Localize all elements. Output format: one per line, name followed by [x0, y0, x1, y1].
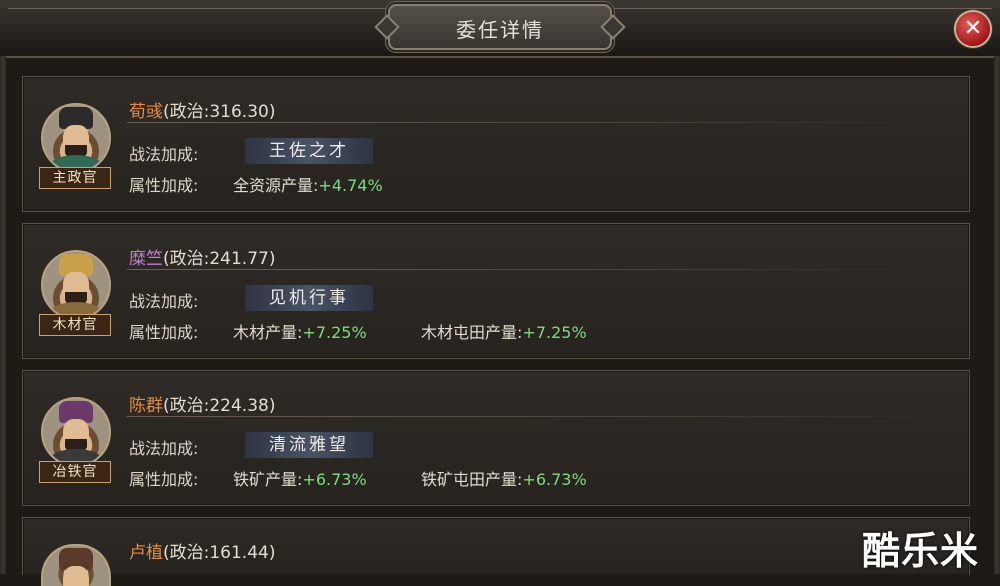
attr-value: +4.74%	[318, 176, 383, 195]
attr-value: +6.73%	[302, 470, 367, 489]
official-name-row: 荀彧(政治:316.30)	[129, 97, 275, 122]
attr-value: +7.25%	[302, 323, 367, 342]
official-name-row: 糜竺(政治:241.77)	[129, 244, 275, 269]
close-icon[interactable]: ✕	[956, 12, 990, 46]
role-badge: 木材官	[39, 314, 111, 336]
skill-label: 战法加成:	[129, 439, 199, 458]
skill-name[interactable]: 清流雅望	[245, 432, 373, 458]
attr-label: 属性加成:	[129, 470, 199, 489]
attr-name: 木材屯田产量:	[421, 323, 523, 342]
official-name: 陈群	[129, 396, 163, 416]
attr-name: 铁矿屯田产量:	[421, 470, 523, 489]
attr-bonus: 木材产量:+7.25%	[233, 319, 367, 343]
skill-label: 战法加成:	[129, 292, 199, 311]
official-name-row: 卢植(政治:161.44)	[129, 538, 275, 563]
role-badge: 冶铁官	[39, 461, 111, 483]
divider	[127, 122, 955, 123]
attr-bonus: 铁矿产量:+6.73%	[233, 466, 367, 490]
watermark-text: 酷乐米	[862, 529, 980, 573]
official-name: 荀彧	[129, 102, 163, 122]
skill-label: 战法加成:	[129, 145, 199, 164]
attr-name: 木材产量:	[233, 323, 303, 342]
official-card[interactable]: 木材官 糜竺(政治:241.77) 战法加成: 见机行事 属性加成: 木材产量:…	[22, 223, 970, 359]
official-card[interactable]: 冶铁官 陈群(政治:224.38) 战法加成: 清流雅望 属性加成: 铁矿产量:…	[22, 370, 970, 506]
attr-bonus: 铁矿屯田产量:+6.73%	[421, 466, 587, 490]
official-card[interactable]: 卢植(政治:161.44)	[22, 517, 970, 586]
official-portrait	[41, 103, 111, 173]
official-name: 糜竺	[129, 249, 163, 269]
dialog-title: 委任详情	[456, 18, 544, 42]
attr-label: 属性加成:	[129, 323, 199, 342]
divider	[127, 416, 955, 417]
official-portrait	[41, 250, 111, 320]
politics-value: (政治:161.44)	[163, 543, 276, 563]
divider	[127, 269, 955, 270]
official-name-row: 陈群(政治:224.38)	[129, 391, 275, 416]
attr-bonus: 全资源产量:+4.74%	[233, 172, 383, 196]
official-card[interactable]: 主政官 荀彧(政治:316.30) 战法加成: 王佐之才 属性加成: 全资源产量…	[22, 76, 970, 212]
attr-value: +6.73%	[522, 470, 587, 489]
skill-name[interactable]: 王佐之才	[245, 138, 373, 164]
politics-value: (政治:316.30)	[163, 102, 276, 122]
attr-label: 属性加成:	[129, 176, 199, 195]
attr-name: 铁矿产量:	[233, 470, 303, 489]
role-badge: 主政官	[39, 167, 111, 189]
attr-name: 全资源产量:	[233, 176, 319, 195]
attr-bonus: 木材屯田产量:+7.25%	[421, 319, 587, 343]
official-name: 卢植	[129, 543, 163, 563]
official-portrait	[41, 397, 111, 467]
attr-value: +7.25%	[522, 323, 587, 342]
politics-value: (政治:241.77)	[163, 249, 276, 269]
skill-name[interactable]: 见机行事	[245, 285, 373, 311]
official-portrait	[41, 544, 111, 586]
frame-left-edge	[0, 56, 6, 574]
title-plate: 委任详情	[388, 4, 612, 50]
politics-value: (政治:224.38)	[163, 396, 276, 416]
frame-right-edge	[994, 56, 1000, 574]
